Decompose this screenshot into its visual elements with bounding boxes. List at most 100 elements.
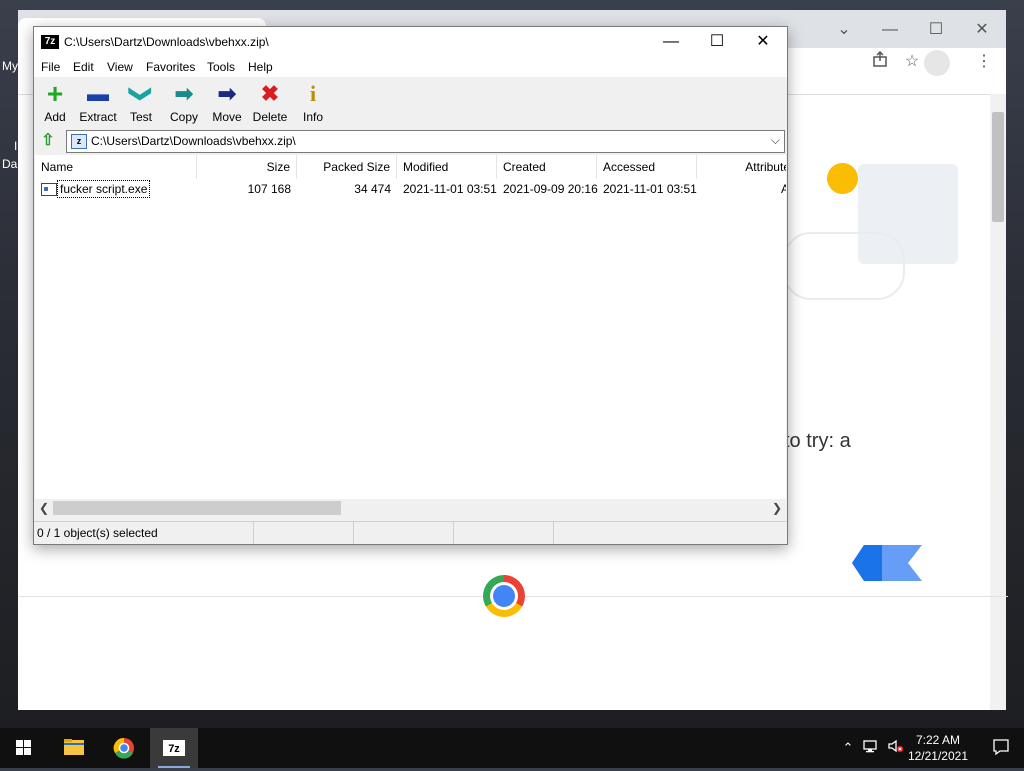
- delete-icon: ✖: [260, 81, 280, 106]
- menu-tools[interactable]: Tools: [207, 60, 235, 74]
- chrome-close-button[interactable]: ✕: [962, 16, 1002, 44]
- network-icon[interactable]: [862, 738, 882, 758]
- minimize-button[interactable]: —: [648, 27, 694, 57]
- notification-icon[interactable]: [992, 738, 1010, 756]
- maximize-button[interactable]: ☐: [694, 27, 740, 57]
- ntp-blue-shape: [852, 545, 922, 581]
- copy-button[interactable]: ➡ Copy: [163, 82, 205, 126]
- close-button[interactable]: ✕: [740, 27, 786, 57]
- menu-favorites[interactable]: Favorites: [146, 60, 195, 74]
- system-clock[interactable]: 7:22 AM 12/21/2021: [908, 732, 968, 764]
- file-size: 107 168: [247, 182, 291, 196]
- folder-icon: [64, 739, 84, 755]
- file-created: 2021-09-09 20:16: [503, 182, 598, 196]
- exe-file-icon: [41, 183, 57, 196]
- file-list: Name Size Packed Size Modified Created A…: [35, 155, 786, 517]
- file-name[interactable]: fucker script.exe: [57, 180, 151, 198]
- status-modified: [454, 522, 554, 544]
- chrome-tab-search-icon[interactable]: ⌄: [824, 16, 864, 44]
- address-text: C:\Users\Dartz\Downloads\vbehxx.zip\: [91, 134, 296, 148]
- up-folder-icon[interactable]: ⇧: [38, 132, 58, 150]
- column-accessed[interactable]: Accessed: [597, 155, 697, 179]
- clock-date: 12/21/2021: [907, 749, 968, 763]
- svg-text:7z: 7z: [168, 743, 180, 755]
- archive-icon: z: [71, 134, 87, 149]
- file-packed-size: 34 474: [354, 182, 391, 196]
- delete-label: Delete: [252, 110, 288, 124]
- column-created[interactable]: Created: [497, 155, 597, 179]
- 7zip-titlebar[interactable]: 7z C:\Users\Dartz\Downloads\vbehxx.zip\ …: [34, 27, 787, 57]
- start-button[interactable]: [0, 728, 48, 768]
- taskbar-7zip[interactable]: 7z: [150, 728, 198, 768]
- share-icon[interactable]: [868, 50, 892, 74]
- add-icon: +: [46, 78, 64, 109]
- scroll-right-icon[interactable]: ❯: [768, 499, 786, 517]
- windows-icon: [16, 740, 31, 755]
- kebab-menu-icon[interactable]: ⋮: [972, 50, 996, 74]
- column-attribute[interactable]: Attribute: [697, 155, 786, 179]
- info-label: Info: [302, 110, 323, 124]
- desktop-label-my: My: [2, 59, 18, 73]
- column-packed-size[interactable]: Packed Size: [297, 155, 397, 179]
- status-text: 0 / 1 object(s) selected: [37, 526, 158, 540]
- column-name[interactable]: Name: [35, 155, 197, 179]
- extract-icon: ▬: [87, 81, 109, 106]
- chrome-maximize-button[interactable]: ☐: [916, 16, 956, 44]
- profile-avatar[interactable]: [924, 50, 950, 76]
- info-button[interactable]: i Info: [292, 82, 334, 126]
- taskbar-chrome[interactable]: [100, 728, 148, 768]
- taskbar: 7z ⌃ 7:22 AM 12/21/2021: [0, 728, 1024, 768]
- ntp-text: to try: a: [784, 430, 851, 452]
- chrome-logo-icon: [483, 575, 525, 617]
- chrome-icon: [113, 737, 134, 759]
- horizontal-scrollbar[interactable]: ❮ ❯: [35, 499, 786, 517]
- ntp-yellow-circle: [827, 163, 858, 194]
- add-button[interactable]: + Add: [34, 78, 76, 126]
- test-button[interactable]: ❯ Test: [120, 82, 162, 126]
- copy-label: Copy: [169, 110, 198, 124]
- menu-file[interactable]: File: [41, 60, 60, 74]
- extract-button[interactable]: ▬ Extract: [77, 82, 119, 126]
- desktop-label-i: I: [14, 139, 18, 153]
- menu-help[interactable]: Help: [248, 60, 273, 74]
- 7zip-icon: 7z: [163, 740, 185, 756]
- status-packed: [354, 522, 454, 544]
- chrome-minimize-button[interactable]: —: [870, 16, 910, 44]
- status-size: [254, 522, 354, 544]
- 7zip-window: 7z C:\Users\Dartz\Downloads\vbehxx.zip\ …: [33, 26, 788, 545]
- add-label: Add: [44, 110, 66, 124]
- tray-chevron-up-icon[interactable]: ⌃: [838, 738, 858, 758]
- menu-edit[interactable]: Edit: [73, 60, 94, 74]
- star-icon[interactable]: ☆: [900, 50, 924, 74]
- menu-view[interactable]: View: [107, 60, 133, 74]
- clock-time: 7:22 AM: [915, 733, 960, 747]
- volume-muted-icon[interactable]: [886, 738, 906, 758]
- address-field[interactable]: z C:\Users\Dartz\Downloads\vbehxx.zip\ ⌵: [66, 130, 785, 153]
- info-icon: i: [309, 81, 317, 106]
- scroll-thumb[interactable]: [53, 501, 341, 515]
- address-bar: ⇧ z C:\Users\Dartz\Downloads\vbehxx.zip\…: [34, 128, 787, 154]
- move-icon: ➡: [217, 81, 237, 106]
- test-icon: ❯: [129, 84, 154, 104]
- 7zip-app-icon: 7z: [41, 35, 59, 49]
- ntp-pill: [783, 232, 905, 300]
- move-button[interactable]: ➡ Move: [206, 82, 248, 126]
- delete-button[interactable]: ✖ Delete: [249, 82, 291, 126]
- table-row[interactable]: fucker script.exe 107 168 34 474 2021-11…: [35, 179, 786, 199]
- scroll-left-icon[interactable]: ❮: [35, 499, 53, 517]
- taskbar-file-explorer[interactable]: [50, 728, 98, 768]
- file-accessed: 2021-11-01 03:51: [603, 182, 697, 196]
- window-title: C:\Users\Dartz\Downloads\vbehxx.zip\: [64, 35, 269, 49]
- desktop-label-da: Da: [2, 157, 18, 171]
- move-label: Move: [212, 110, 242, 124]
- column-modified[interactable]: Modified: [397, 155, 497, 179]
- file-modified: 2021-11-01 03:51: [403, 182, 497, 196]
- column-size[interactable]: Size: [197, 155, 297, 179]
- status-selected: 0 / 1 object(s) selected: [34, 522, 254, 544]
- file-attribute: A: [781, 182, 786, 196]
- chevron-down-icon[interactable]: ⌵: [771, 133, 780, 148]
- copy-icon: ➡: [174, 81, 194, 106]
- status-bar: 0 / 1 object(s) selected: [34, 521, 787, 544]
- chrome-scroll-thumb[interactable]: [992, 112, 1004, 222]
- extract-label: Extract: [79, 110, 117, 124]
